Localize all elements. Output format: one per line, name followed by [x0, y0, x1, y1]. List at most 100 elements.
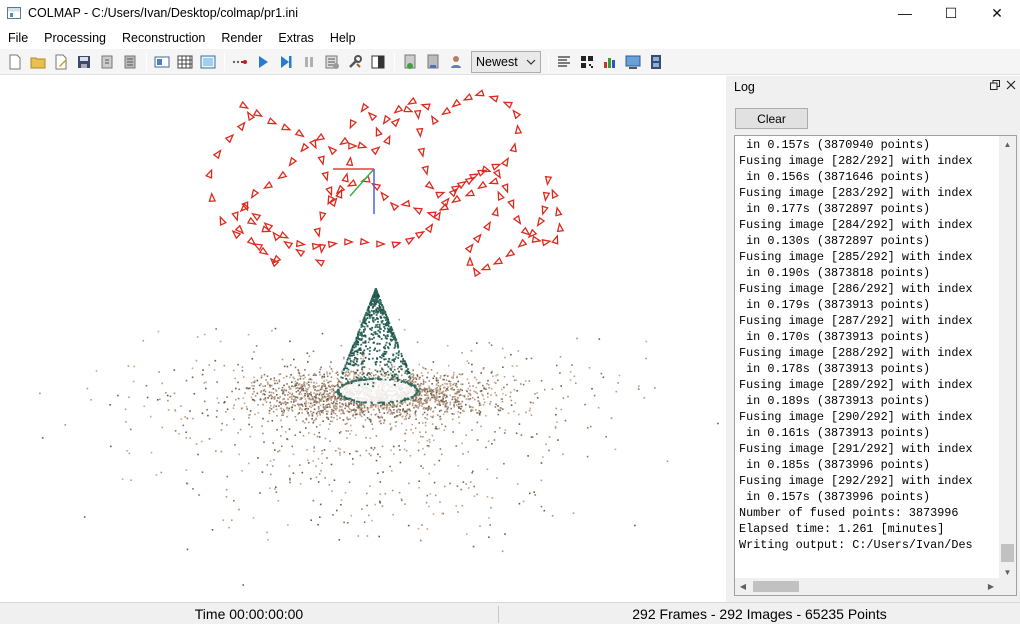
match-matrix-button[interactable] [576, 51, 598, 73]
menu-reconstruction[interactable]: Reconstruction [114, 28, 213, 49]
clear-log-button[interactable]: Clear [735, 108, 808, 129]
step-forward-icon [281, 55, 292, 68]
close-dock-icon[interactable] [1006, 80, 1016, 90]
edit-file-icon [55, 54, 67, 69]
log-vertical-scroll-thumb[interactable] [1001, 544, 1014, 562]
log-horizontal-scroll-thumb[interactable] [753, 581, 799, 592]
toolbar-separator [548, 52, 549, 71]
start-reconstruction-button[interactable] [252, 51, 274, 73]
toolbar-separator [146, 52, 147, 71]
window-title: COLMAP - C:/Users/Ivan/Desktop/colmap/pr… [28, 6, 299, 20]
feature-extraction-icon [154, 56, 170, 67]
menu-extras[interactable]: Extras [270, 28, 321, 49]
point-cloud-canvas [39, 89, 719, 586]
log-line: Fusing image [286/292] with index [739, 282, 973, 296]
log-line: in 0.185s (3873996 points) [739, 458, 931, 472]
maximize-button[interactable]: ☐ [928, 0, 974, 26]
log-line: Fusing image [292/292] with index [739, 474, 973, 488]
reset-view-button[interactable] [445, 51, 467, 73]
log-line: Fusing image [282/292] with index [739, 154, 973, 168]
log-line: Fusing image [283/292] with index [739, 186, 973, 200]
log-line: in 0.178s (3873913 points) [739, 362, 931, 376]
feature-extraction-button[interactable] [151, 51, 173, 73]
new-project-button[interactable] [4, 51, 26, 73]
reconstruction-options-button[interactable] [321, 51, 343, 73]
render-now-button[interactable] [422, 51, 444, 73]
options-icon [325, 55, 339, 69]
show-log-button[interactable] [553, 51, 575, 73]
contrast-icon [371, 55, 385, 68]
render-options-button[interactable] [399, 51, 421, 73]
edit-project-button[interactable] [50, 51, 72, 73]
start-reconstruction-options-button[interactable] [229, 51, 251, 73]
scroll-left-icon[interactable]: ◀ [735, 578, 751, 595]
export-model-button[interactable] [119, 51, 141, 73]
render-options-icon [404, 54, 416, 69]
toolbar: Newest [0, 49, 1020, 75]
log-line: in 0.130s (3872897 points) [739, 234, 931, 248]
log-title: Log [734, 80, 755, 94]
scroll-right-icon[interactable]: ▶ [983, 578, 999, 595]
log-line: Fusing image [284/292] with index [739, 218, 973, 232]
toolbar-separator [394, 52, 395, 71]
model-statistics-button[interactable] [599, 51, 621, 73]
camera-frustums [205, 89, 565, 278]
ground-point-cloud [39, 318, 719, 586]
log-line: Fusing image [287/292] with index [739, 314, 973, 328]
status-summary: 292 Frames - 292 Images - 65235 Points [632, 606, 887, 622]
grab-image-button[interactable] [622, 51, 644, 73]
folder-icon [30, 57, 46, 68]
feature-matching-button[interactable] [174, 51, 196, 73]
render-icon [427, 54, 439, 68]
menu-render[interactable]: Render [213, 28, 270, 49]
grid-icon [177, 55, 193, 68]
log-line: in 0.170s (3873913 points) [739, 330, 931, 344]
qr-code-icon [581, 55, 593, 68]
dense-reconstruction-button[interactable] [367, 51, 389, 73]
title-bar: COLMAP - C:/Users/Ivan/Desktop/colmap/pr… [0, 0, 1020, 26]
menu-help[interactable]: Help [322, 28, 364, 49]
float-dock-icon[interactable] [990, 80, 1000, 90]
status-time: Time 00:00:00:00 [194, 606, 304, 622]
film-icon [651, 54, 661, 69]
save-project-button[interactable] [73, 51, 95, 73]
toolbar-separator [224, 52, 225, 71]
model-viewer-3d[interactable] [0, 76, 726, 602]
log-line: in 0.190s (3873818 points) [739, 266, 931, 280]
import-model-button[interactable] [96, 51, 118, 73]
log-header: Log [729, 76, 1020, 98]
colmap-app-icon [7, 7, 21, 19]
grab-movie-button[interactable] [645, 51, 667, 73]
scroll-up-icon[interactable]: ▲ [999, 136, 1016, 152]
log-line: in 0.189s (3873913 points) [739, 394, 931, 408]
log-line: Fusing image [288/292] with index [739, 346, 973, 360]
window-controls: — ☐ ✕ [882, 0, 1020, 26]
log-dock-panel: Log Clear in 0.157s (3870940 points) Fusi… [729, 76, 1020, 602]
log-line: Writing output: C:/Users/Ivan/Des [739, 538, 973, 552]
log-text-area[interactable]: in 0.157s (3870940 points) Fusing image [… [734, 135, 1017, 596]
log-line: Fusing image [290/292] with index [739, 410, 973, 424]
log-vertical-scrollbar[interactable]: ▲ ▼ [999, 136, 1016, 580]
log-line: in 0.161s (3873913 points) [739, 426, 931, 440]
menu-processing[interactable]: Processing [36, 28, 114, 49]
menu-file[interactable]: File [0, 28, 36, 49]
log-horizontal-scrollbar[interactable]: ◀ ▶ [735, 578, 1016, 595]
bundle-adjustment-button[interactable] [344, 51, 366, 73]
step-reconstruction-button[interactable] [275, 51, 297, 73]
database-management-button[interactable] [197, 51, 219, 73]
close-button[interactable]: ✕ [974, 0, 1020, 26]
log-line: in 0.157s (3873996 points) [739, 490, 931, 504]
new-file-icon [9, 54, 21, 69]
log-line: in 0.156s (3871646 points) [739, 170, 931, 184]
database-icon [200, 55, 216, 68]
pause-reconstruction-button[interactable] [298, 51, 320, 73]
log-line: Number of fused points: 3873996 [739, 506, 959, 520]
screenshot-icon [625, 55, 641, 69]
open-project-button[interactable] [27, 51, 49, 73]
minimize-button[interactable]: — [882, 0, 928, 26]
dots-arrow-icon [232, 59, 247, 64]
log-line: Fusing image [289/292] with index [739, 378, 973, 392]
wrench-icon [349, 54, 362, 68]
export-icon [124, 55, 136, 68]
render-mode-select[interactable]: Newest [471, 50, 541, 73]
